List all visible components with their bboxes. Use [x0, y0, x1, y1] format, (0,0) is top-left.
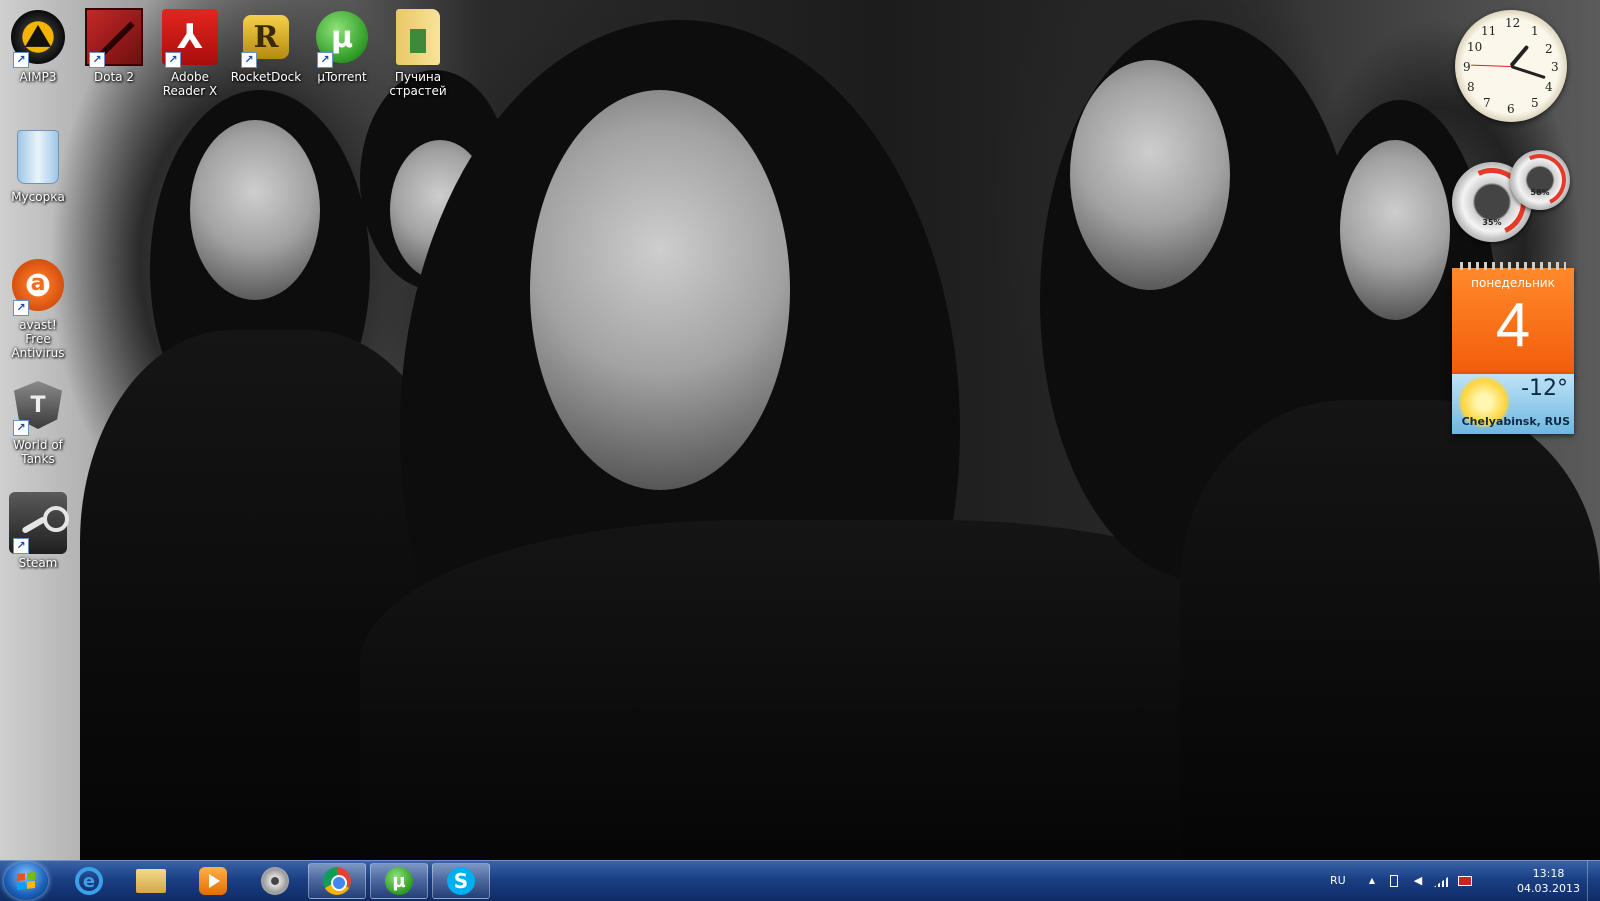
taskbar-internet-explorer[interactable]: e — [60, 863, 118, 899]
desktop-icon-folder[interactable]: Пучина страстей — [380, 8, 456, 98]
wallpaper-face — [530, 90, 790, 490]
recycle-bin-icon — [17, 130, 59, 184]
start-button[interactable] — [4, 862, 48, 900]
shortcut-arrow-icon: ↗ — [13, 420, 29, 436]
desktop-icon-avast[interactable]: ↗ avast! Free Antivirus — [0, 256, 76, 360]
clock-number: 5 — [1531, 96, 1539, 110]
chrome-icon — [323, 867, 351, 895]
memory-meter-gadget[interactable]: 58% — [1506, 146, 1574, 214]
taskbar-google-chrome[interactable] — [308, 863, 366, 899]
taskbar-media-player[interactable] — [184, 863, 242, 899]
desktop-icon-label: Steam — [18, 556, 58, 570]
taskbar-disc-app[interactable] — [246, 863, 304, 899]
skype-icon: S — [447, 867, 475, 895]
desktop-icon-adobe-reader[interactable]: ⅄ ↗ Adobe Reader X — [152, 8, 228, 98]
clock-number: 6 — [1507, 102, 1515, 116]
desktop-icon-utorrent[interactable]: µ ↗ µTorrent — [304, 8, 380, 84]
shortcut-arrow-icon: ↗ — [13, 300, 29, 316]
desktop-icon-label: Пучина страстей — [389, 70, 447, 98]
clock-second-hand — [1471, 64, 1512, 67]
memory-percent: 58% — [1530, 188, 1550, 197]
shortcut-arrow-icon: ↗ — [89, 52, 105, 68]
desktop-icon-label: RocketDock — [230, 70, 302, 84]
action-center-icon[interactable] — [1458, 876, 1472, 886]
desktop-icon-recycle-bin[interactable]: Мусорка — [0, 128, 76, 204]
desktop-icon-dota2[interactable]: ↗ Dota 2 — [76, 8, 152, 84]
taskbar-skype[interactable]: S — [432, 863, 490, 899]
system-tray: RU ▲ ◀ 13:18 04.03.2013 — [1320, 861, 1600, 901]
show-desktop-button[interactable] — [1587, 861, 1600, 901]
desktop-icon-label: Adobe Reader X — [162, 70, 218, 98]
clock-number: 4 — [1545, 80, 1553, 94]
folder-icon — [396, 9, 440, 65]
clock-gadget[interactable]: 12 1 2 3 4 5 6 7 8 9 10 11 — [1455, 10, 1567, 122]
clock-number: 3 — [1551, 60, 1559, 74]
clock-tray[interactable]: 13:18 04.03.2013 — [1517, 866, 1580, 896]
shortcut-arrow-icon: ↗ — [165, 52, 181, 68]
tray-date: 04.03.2013 — [1517, 882, 1580, 895]
utorrent-icon: µ — [385, 867, 413, 895]
wallpaper-face — [1340, 140, 1450, 320]
clock-hour-hand — [1509, 44, 1530, 68]
language-indicator[interactable]: RU — [1330, 874, 1346, 887]
clock-number: 2 — [1545, 42, 1553, 56]
desktop-icon-label: World of Tanks — [13, 438, 63, 466]
calendar-gadget[interactable]: понедельник 4 — [1452, 262, 1574, 378]
desktop-icon-steam[interactable]: ↗ Steam — [0, 492, 76, 570]
disc-icon — [261, 867, 289, 895]
cpu-percent: 35% — [1482, 218, 1502, 227]
desktop-icon-label: Dota 2 — [93, 70, 135, 84]
desktop-icon-label: Мусорка — [11, 190, 65, 204]
tray-time: 13:18 — [1532, 867, 1565, 880]
taskbar-utorrent[interactable]: µ — [370, 863, 428, 899]
media-player-icon — [199, 867, 227, 895]
shortcut-arrow-icon: ↗ — [13, 52, 29, 68]
desktop-wallpaper — [0, 0, 1600, 880]
clock-number: 1 — [1531, 24, 1539, 38]
clock-number: 9 — [1463, 60, 1471, 74]
clock-number: 8 — [1467, 80, 1475, 94]
volume-icon[interactable]: ◀ — [1412, 875, 1424, 887]
weather-gadget[interactable]: -12° Chelyabinsk, RUS — [1452, 374, 1574, 434]
clock-number: 12 — [1505, 16, 1521, 30]
wallpaper-coat — [1180, 400, 1600, 860]
windows-logo-icon — [17, 872, 35, 890]
calendar-day-of-week: понедельник — [1471, 276, 1555, 290]
internet-explorer-icon: e — [75, 867, 103, 895]
taskbar: e µ S RU ▲ ◀ 13:18 04.03.2013 — [0, 860, 1600, 901]
shortcut-arrow-icon: ↗ — [241, 52, 257, 68]
shortcut-arrow-icon: ↗ — [13, 538, 29, 554]
calendar-rings — [1460, 262, 1566, 270]
wallpaper-face — [1070, 60, 1230, 290]
desktop-icon-world-of-tanks[interactable]: T ↗ World of Tanks — [0, 376, 76, 466]
clock-number: 7 — [1483, 96, 1491, 110]
network-signal-icon[interactable] — [1434, 877, 1448, 887]
clock-minute-hand — [1510, 65, 1546, 80]
calendar-day: 4 — [1495, 291, 1531, 360]
battery-icon[interactable] — [1390, 875, 1398, 887]
desktop-icon-label: avast! Free Antivirus — [11, 318, 65, 360]
show-hidden-icons-button[interactable]: ▲ — [1366, 875, 1378, 887]
clock-number: 11 — [1481, 24, 1497, 38]
desktop-icon-label: µTorrent — [317, 70, 367, 84]
shortcut-arrow-icon: ↗ — [317, 52, 333, 68]
wallpaper-face — [190, 120, 320, 300]
taskbar-windows-explorer[interactable] — [122, 863, 180, 899]
clock-number: 10 — [1467, 40, 1483, 54]
desktop-icon-label: AIMP3 — [19, 70, 57, 84]
desktop-icon-aimp3[interactable]: ↗ AIMP3 — [0, 8, 76, 84]
weather-temperature: -12° — [1521, 376, 1568, 401]
desktop-icon-rocketdock[interactable]: R ↗ RocketDock — [228, 8, 304, 84]
weather-location: Chelyabinsk, RUS — [1461, 415, 1570, 428]
folder-icon — [136, 869, 166, 893]
